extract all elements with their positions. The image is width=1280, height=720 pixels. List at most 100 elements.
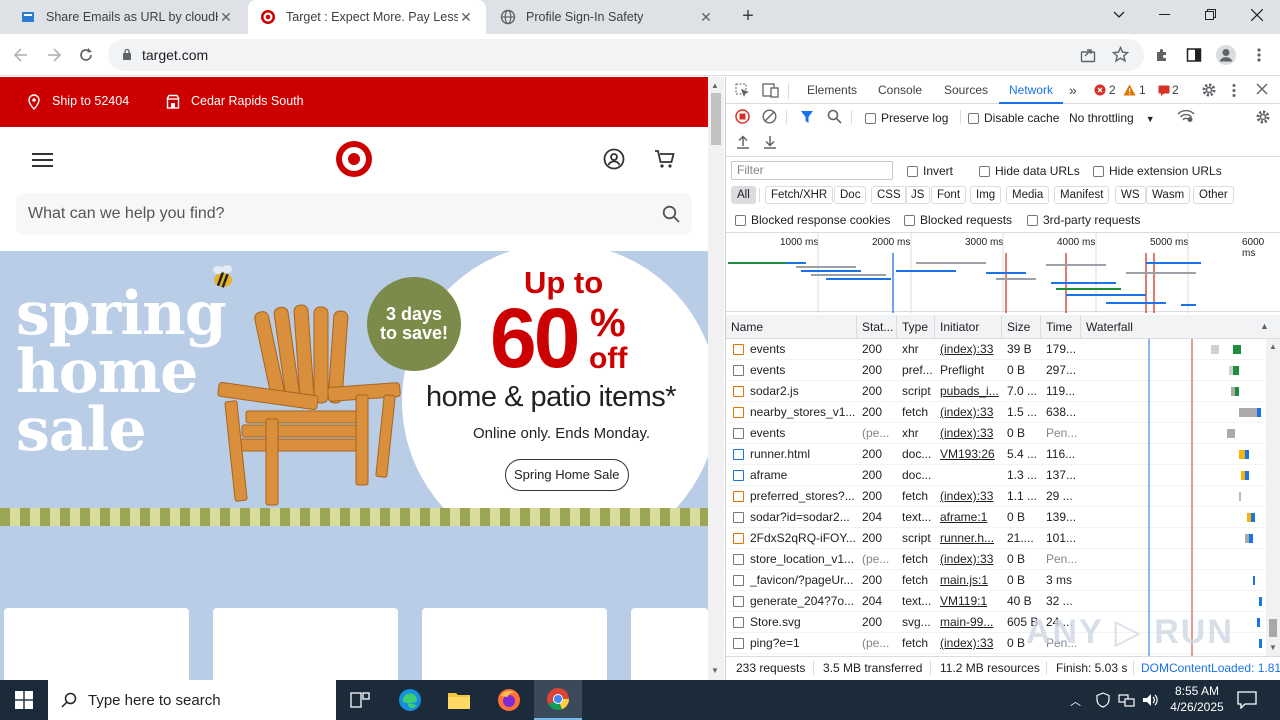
back-arrow-icon[interactable]	[8, 42, 34, 68]
search-icon[interactable]	[827, 109, 842, 127]
type-filter-doc[interactable]: Doc	[834, 186, 867, 204]
hamburger-menu-icon[interactable]	[32, 151, 54, 172]
chrome-taskbar-icon[interactable]	[534, 680, 582, 720]
security-shield-icon[interactable]	[1095, 692, 1111, 711]
firefox-icon[interactable]	[485, 680, 533, 720]
site-info-icon[interactable]	[122, 47, 132, 63]
spring-home-sale-banner[interactable]: spring home sale 3 days to save! Up to 6…	[0, 251, 708, 508]
page-scrollbar[interactable]: ▲ ▼	[708, 77, 724, 680]
clear-icon[interactable]	[762, 109, 777, 127]
type-filter-other[interactable]: Other	[1193, 186, 1234, 204]
tab-sources[interactable]: Sources	[944, 77, 988, 104]
profile-avatar-icon[interactable]	[1213, 42, 1239, 68]
show-hidden-icons-chevron-icon[interactable]: ︿	[1070, 693, 1081, 709]
network-icon[interactable]	[1118, 692, 1136, 711]
column-waterfall[interactable]: Waterfall	[1081, 315, 1280, 339]
tab-network[interactable]: Network	[999, 77, 1064, 104]
blocked-requests-checkbox[interactable]: Blocked requests	[904, 213, 1012, 227]
inspect-element-icon[interactable]	[735, 83, 750, 101]
more-tabs-chevron-icon[interactable]: »	[1069, 77, 1077, 104]
column-size[interactable]: Size	[1002, 315, 1041, 339]
type-filter-css[interactable]: CSS	[871, 186, 907, 204]
minimize-button[interactable]	[1142, 0, 1188, 30]
windows-start-icon[interactable]	[0, 680, 48, 720]
search-input[interactable]: What can we help you find?	[16, 193, 692, 235]
type-filter-manifest[interactable]: Manifest	[1054, 186, 1110, 204]
issues-icon[interactable]	[1158, 85, 1170, 99]
store-link[interactable]: Cedar Rapids South	[191, 94, 304, 108]
close-window-button[interactable]	[1234, 0, 1280, 30]
promo-card[interactable]	[631, 608, 708, 680]
tab-search-chevron-icon[interactable]	[1096, 0, 1142, 30]
promo-card[interactable]	[422, 608, 607, 680]
network-overview-timeline[interactable]: 1000 ms 2000 ms 3000 ms 4000 ms 5000 ms …	[726, 232, 1280, 313]
close-tab-icon[interactable]: ✕	[218, 9, 234, 26]
warning-count[interactable]: 1	[1139, 77, 1146, 104]
column-status[interactable]: Stat...	[857, 315, 897, 339]
target-logo[interactable]	[335, 140, 373, 181]
tab-target[interactable]: Target : Expect More. Pay Less. ✕	[248, 0, 486, 34]
scrollbar-thumb[interactable]	[1269, 619, 1277, 637]
throttling-select[interactable]: No throttling ▼	[1069, 111, 1155, 125]
spring-home-sale-button[interactable]: Spring Home Sale	[505, 459, 629, 491]
close-tab-icon[interactable]: ✕	[458, 9, 474, 26]
issues-count[interactable]: 2	[1172, 77, 1179, 104]
column-type[interactable]: Type	[897, 315, 935, 339]
error-count[interactable]: 2	[1109, 77, 1116, 104]
third-party-requests-checkbox[interactable]: 3rd-party requests	[1027, 213, 1140, 227]
ship-to-link[interactable]: Ship to 52404	[52, 94, 129, 108]
tab-elements[interactable]: Elements	[807, 77, 857, 104]
edge-browser-icon[interactable]	[386, 680, 434, 720]
disable-cache-checkbox[interactable]: Disable cache	[968, 111, 1059, 125]
invert-checkbox[interactable]: Invert	[907, 164, 953, 178]
close-devtools-icon[interactable]	[1256, 83, 1268, 98]
type-filter-ws[interactable]: WS	[1115, 186, 1146, 204]
taskbar-search-box[interactable]: Type here to search	[48, 680, 336, 720]
filter-funnel-icon[interactable]	[800, 110, 814, 127]
export-har-icon[interactable]	[763, 135, 777, 152]
type-filter-js[interactable]: JS	[905, 186, 931, 204]
side-panel-icon[interactable]	[1181, 42, 1207, 68]
promo-card[interactable]	[4, 608, 189, 680]
notification-center-icon[interactable]	[1237, 691, 1257, 712]
warning-icon[interactable]	[1123, 84, 1136, 99]
cart-icon[interactable]	[654, 148, 676, 173]
network-settings-gear-icon[interactable]	[1255, 109, 1271, 128]
blocked-response-cookies-checkbox[interactable]: Blocked response cookies	[735, 213, 890, 227]
type-filter-all[interactable]: All	[731, 186, 756, 204]
promo-card[interactable]	[213, 608, 398, 680]
preserve-log-checkbox[interactable]: Preserve log	[865, 111, 948, 125]
sort-ascending-icon[interactable]: ▲	[1260, 321, 1269, 331]
hide-data-urls-checkbox[interactable]: Hide data URLs	[979, 164, 1080, 178]
settings-gear-icon[interactable]	[1201, 82, 1217, 101]
tab-cloudhq[interactable]: Share Emails as URL by cloudHQ ✕	[8, 0, 246, 34]
table-scrollbar[interactable]: ▲ ▼	[1266, 339, 1280, 656]
hide-extension-urls-checkbox[interactable]: Hide extension URLs	[1093, 164, 1222, 178]
reload-icon[interactable]	[73, 42, 99, 68]
type-filter-img[interactable]: Img	[970, 186, 1002, 204]
filter-input[interactable]: Filter	[731, 161, 893, 180]
devtools-menu-icon[interactable]	[1232, 83, 1236, 101]
clock[interactable]: 8:55 AM 4/26/2025	[1162, 683, 1232, 715]
tab-console[interactable]: Console	[878, 77, 922, 104]
type-filter-font[interactable]: Font	[931, 186, 967, 204]
share-icon[interactable]	[1080, 47, 1096, 66]
bookmark-star-icon[interactable]	[1111, 45, 1130, 66]
error-icon[interactable]	[1094, 84, 1106, 99]
device-toolbar-icon[interactable]	[762, 83, 779, 101]
tab-profile-safety[interactable]: Profile Sign-In Safety ✕	[488, 0, 726, 34]
restore-button[interactable]	[1188, 0, 1234, 30]
forward-arrow-icon[interactable]	[41, 42, 67, 68]
scroll-down-arrow-icon[interactable]: ▼	[711, 666, 719, 675]
type-filter-fetch-xhr[interactable]: Fetch/XHR	[765, 186, 834, 204]
scrollbar-thumb[interactable]	[711, 93, 721, 145]
close-tab-icon[interactable]: ✕	[698, 9, 714, 26]
volume-icon[interactable]	[1142, 692, 1160, 711]
new-tab-button[interactable]: +	[736, 6, 760, 28]
extensions-puzzle-icon[interactable]	[1149, 42, 1175, 68]
address-bar[interactable]: target.com	[108, 39, 1144, 71]
import-har-icon[interactable]	[736, 135, 750, 152]
column-initiator[interactable]: Initiator	[935, 315, 1002, 339]
scroll-up-arrow-icon[interactable]: ▲	[711, 81, 719, 90]
task-view-icon[interactable]	[336, 680, 384, 720]
